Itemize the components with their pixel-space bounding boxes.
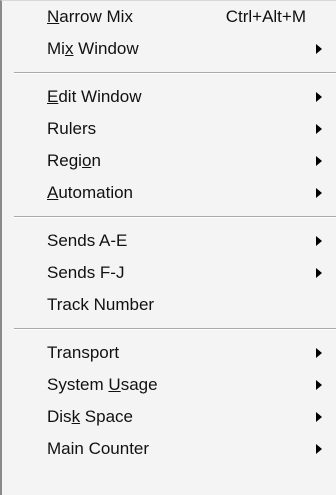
menu-item-label: Disk Space (47, 407, 133, 426)
menu-item-edit-window[interactable]: Edit Window (2, 81, 336, 113)
mnemonic: U (108, 375, 121, 394)
submenu-arrow-icon (316, 124, 322, 134)
menu-item-sends-a-e[interactable]: Sends A-E (2, 225, 336, 257)
menu-item-label: Automation (47, 183, 134, 202)
mnemonic: N (47, 7, 60, 26)
menu-item-disk-space[interactable]: Disk Space (2, 401, 336, 433)
menu-item-main-counter[interactable]: Main Counter (2, 433, 336, 465)
menu-group-status: Transport System Usage Disk Space Main C… (2, 337, 336, 465)
menu-item-system-usage[interactable]: System Usage (2, 369, 336, 401)
submenu-arrow-icon (316, 236, 322, 246)
submenu-arrow-icon (316, 92, 322, 102)
submenu-arrow-icon (316, 348, 322, 358)
submenu-arrow-icon (316, 44, 322, 54)
menu-item-label: Narrow Mix (47, 7, 133, 26)
menu-separator (14, 72, 336, 74)
submenu-arrow-icon (316, 380, 322, 390)
menu-item-label: Sends F-J (47, 263, 125, 282)
menu-item-mix-window[interactable]: Mix Window (2, 33, 336, 65)
menu-item-automation[interactable]: Automation (2, 177, 336, 209)
menu-item-label: Sends A-E (47, 231, 128, 250)
submenu-arrow-icon (316, 156, 322, 166)
submenu-arrow-icon (316, 412, 322, 422)
context-menu: Narrow Mix Ctrl+Alt+M Mix Window Edit Wi… (0, 0, 336, 495)
submenu-arrow-icon (316, 188, 322, 198)
menu-item-label: System Usage (47, 375, 158, 394)
menu-item-label: Mix Window (47, 39, 139, 58)
menu-item-label: Rulers (47, 119, 97, 138)
menu-group-mix: Narrow Mix Ctrl+Alt+M Mix Window (2, 1, 336, 65)
mnemonic: k (71, 407, 81, 426)
menu-group-edit: Edit Window Rulers Region Automation (2, 81, 336, 209)
shortcut-label: Ctrl+Alt+M (225, 7, 306, 26)
mnemonic: E (47, 87, 59, 106)
menu-separator (14, 216, 336, 218)
menu-group-sends: Sends A-E Sends F-J Track Number (2, 225, 336, 321)
menu-item-narrow-mix[interactable]: Narrow Mix Ctrl+Alt+M (2, 1, 336, 33)
submenu-arrow-icon (316, 444, 322, 454)
menu-item-label: Region (47, 151, 101, 170)
menu-item-transport[interactable]: Transport (2, 337, 336, 369)
menu-item-label: Edit Window (47, 87, 142, 106)
menu-item-track-number[interactable]: Track Number (2, 289, 336, 321)
mnemonic: A (47, 183, 59, 202)
submenu-arrow-icon (316, 268, 322, 278)
menu-item-rulers[interactable]: Rulers (2, 113, 336, 145)
menu-item-label: Main Counter (47, 439, 150, 458)
menu-item-label: Transport (47, 343, 120, 362)
menu-item-sends-f-j[interactable]: Sends F-J (2, 257, 336, 289)
menu-separator (14, 328, 336, 330)
menu-item-region[interactable]: Region (2, 145, 336, 177)
menu-item-label: Track Number (47, 295, 155, 314)
